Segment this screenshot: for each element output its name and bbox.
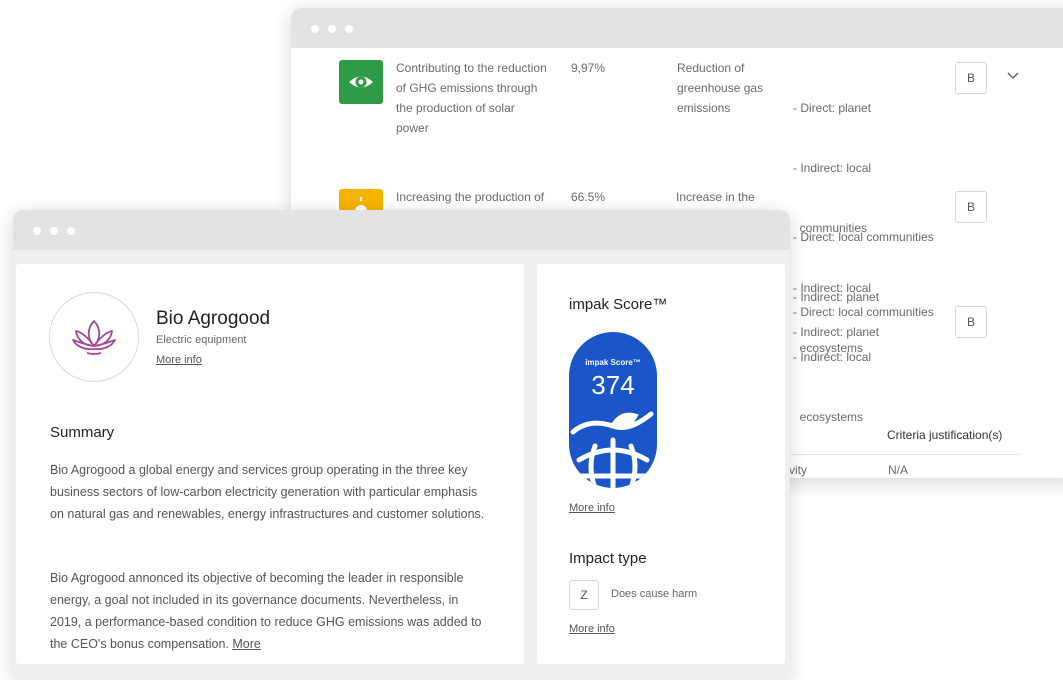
impact-type-label: Does cause harm: [611, 588, 698, 600]
impak-score-badge: impak Score™ 374: [569, 332, 657, 488]
lotus-icon: [72, 320, 116, 355]
window-dot: [67, 227, 75, 235]
window-dot: [50, 227, 58, 235]
row-description: Increasing the production of: [396, 190, 545, 204]
front-window: Bio Agrogood Electric equipment More inf…: [13, 210, 790, 680]
company-card: Bio Agrogood Electric equipment More inf…: [16, 264, 524, 664]
score-value: 374: [591, 370, 635, 400]
window-dot: [33, 227, 41, 235]
globe-leaf-icon: [570, 411, 654, 488]
summary-paragraph-2-text: Bio Agrogood annonced its objective of b…: [50, 571, 482, 651]
score-card: impak Score™ impak Score™ 374 More info …: [537, 264, 785, 664]
criteria-column-header: Criteria justification(s): [887, 428, 1003, 442]
eye-icon: [339, 60, 383, 104]
summary-heading: Summary: [50, 424, 115, 441]
company-sector: Electric equipment: [156, 334, 247, 346]
impact-type-more-info-link[interactable]: More info: [569, 623, 615, 635]
company-more-info-link[interactable]: More info: [156, 354, 202, 366]
grade-badge: B: [955, 306, 987, 338]
window-dot: [311, 25, 319, 33]
row-stakeholders: - Direct: local communities - Indirect: …: [793, 305, 934, 339]
row-partial-text: vity: [789, 463, 807, 477]
impact-type-heading: Impact type: [569, 550, 647, 567]
score-more-info-link[interactable]: More info: [569, 502, 615, 514]
summary-paragraph-1: Bio Agrogood a global energy and service…: [50, 463, 485, 521]
window-dot: [328, 25, 336, 33]
criteria-table-header: Criteria justification(s): [791, 424, 1021, 455]
company-profile: Bio Agrogood Electric equipment More inf…: [13, 250, 790, 680]
impact-type-code-badge: Z: [569, 580, 599, 610]
front-window-titlebar: [13, 210, 790, 250]
grade-badge: B: [955, 191, 987, 223]
window-dot: [345, 25, 353, 33]
company-name: Bio Agrogood: [156, 308, 271, 329]
company-logo: [49, 292, 139, 382]
back-window-titlebar: [291, 8, 1063, 48]
row-outcome: Reduction of greenhouse gas emissions: [677, 61, 764, 115]
row-value: N/A: [888, 463, 909, 477]
row-description: Contributing to the reduction of GHG emi…: [396, 61, 547, 135]
row-percent: 9,97%: [571, 61, 606, 75]
chevron-down-icon[interactable]: [1007, 66, 1019, 86]
impak-score-heading: impak Score™: [569, 296, 668, 313]
grade-badge: B: [955, 62, 987, 94]
row-percent: 66.5%: [571, 190, 606, 204]
score-badge-label: impak Score™: [585, 358, 641, 367]
summary-more-link[interactable]: More: [232, 637, 260, 651]
row-outcome: Increase in the: [676, 190, 755, 204]
summary-paragraph-2: Bio Agrogood annonced its objective of b…: [50, 567, 490, 655]
